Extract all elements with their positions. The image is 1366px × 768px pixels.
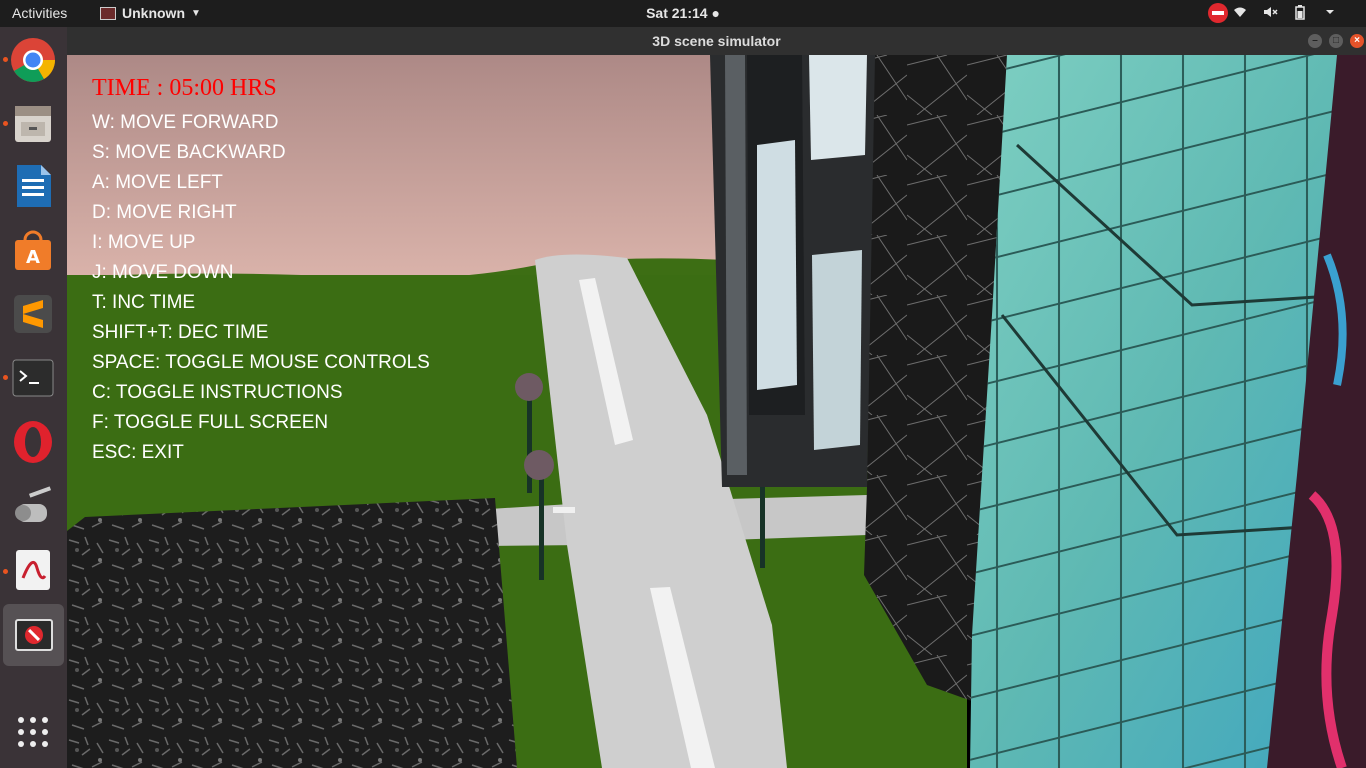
scene-viewport[interactable]: TIME : 05:00 HRS W: MOVE FORWARD S: MOVE… [67,55,1366,768]
wifi-icon[interactable] [1232,4,1248,20]
writer-icon[interactable] [8,161,58,211]
instruction-line: J: MOVE DOWN [92,262,234,283]
time-readout: TIME : 05:00 HRS [92,75,277,101]
instruction-line: D: MOVE RIGHT [92,202,237,223]
pdf-icon[interactable] [8,545,58,595]
minimize-button[interactable]: – [1308,34,1322,48]
app-menu[interactable]: Unknown ▼ [100,5,201,21]
power-menu-icon[interactable] [1322,4,1338,20]
chrome-icon[interactable] [8,35,58,85]
window-title: 3D scene simulator [652,33,781,49]
show-apps-icon[interactable] [8,707,58,757]
sublime-icon[interactable] [8,289,58,339]
opera-icon[interactable] [8,417,58,467]
instruction-line: SHIFT+T: DEC TIME [92,322,269,343]
svg-text:A: A [26,247,40,268]
launcher-dock: A [0,27,67,768]
instruction-line: I: MOVE UP [92,232,196,253]
instruction-line: F: TOGGLE FULL SCREEN [92,412,329,433]
top-bar: Activities Unknown ▼ Sat 21:14 ● [0,0,1366,27]
instruction-line: W: MOVE FORWARD [92,112,279,133]
do-not-disturb-icon[interactable] [1208,3,1228,23]
scanner-icon[interactable] [8,481,58,531]
software-icon[interactable]: A [8,225,58,275]
instructions-overlay: TIME : 05:00 HRS W: MOVE FORWARD S: MOVE… [92,75,430,468]
activities-button[interactable]: Activities [12,5,67,21]
clock[interactable]: Sat 21:14 ● [646,5,720,21]
volume-muted-icon[interactable] [1262,4,1278,20]
app-window-icon [100,6,116,20]
instruction-line: S: MOVE BACKWARD [92,142,286,163]
maximize-button[interactable]: □ [1329,34,1343,48]
instruction-line: ESC: EXIT [92,442,184,463]
battery-icon[interactable] [1292,4,1308,20]
chevron-down-icon: ▼ [191,7,201,19]
system-indicators[interactable] [1232,4,1338,20]
instruction-line: SPACE: TOGGLE MOUSE CONTROLS [92,352,430,373]
blocked-app-icon[interactable] [3,604,64,666]
instruction-line: T: INC TIME [92,292,196,313]
app-menu-label: Unknown [122,5,185,21]
instruction-line: C: TOGGLE INSTRUCTIONS [92,382,343,403]
window-titlebar[interactable]: 3D scene simulator – □ × [67,27,1366,55]
instruction-line: A: MOVE LEFT [92,172,223,193]
close-button[interactable]: × [1350,34,1364,48]
files-icon[interactable] [8,99,58,149]
terminal-icon[interactable] [8,353,58,403]
